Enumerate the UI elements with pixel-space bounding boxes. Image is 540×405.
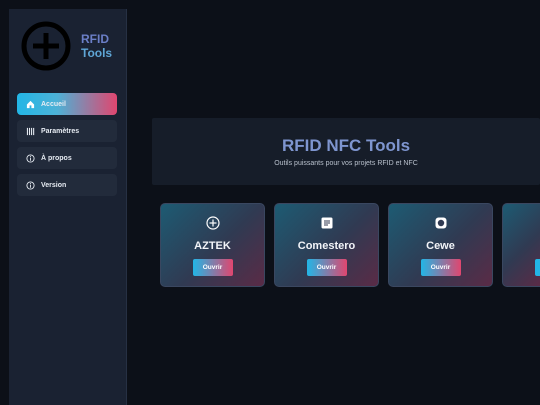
sidebar-item-accueil[interactable]: Accueil — [17, 93, 117, 115]
sidebar-nav: Accueil Paramètres À propos Version — [17, 93, 117, 201]
sidebar-item-label: Paramètres — [41, 127, 80, 135]
document-icon — [275, 216, 378, 230]
info-icon — [25, 180, 35, 190]
brand: RFID Tools — [21, 21, 112, 71]
sidebar-item-a-propos[interactable]: À propos — [17, 147, 117, 169]
tool-card-cewe[interactable]: Cewe Ouvrir — [388, 203, 493, 287]
card-title: Comestero — [297, 240, 356, 252]
sidebar-item-label: Version — [41, 181, 67, 189]
info-icon — [25, 153, 35, 163]
open-button[interactable]: Ouvrir — [306, 259, 347, 276]
brand-line1: RFID — [81, 32, 109, 46]
tool-card-comestero[interactable]: Comestero Ouvrir — [274, 203, 379, 287]
sidebar-item-parametres[interactable]: Paramètres — [17, 120, 117, 142]
sidebar-item-label: À propos — [41, 154, 72, 162]
card-title: AZTEK — [194, 240, 231, 252]
tool-card-aztek[interactable]: AZTEK Ouvrir — [160, 203, 265, 287]
brand-name: RFID Tools — [81, 32, 112, 60]
home-icon — [25, 99, 35, 109]
tool-card-partial[interactable] — [502, 203, 540, 287]
sidebar: RFID Tools Accueil Paramètres À propos V… — [9, 9, 127, 405]
page-subtitle: Outils puissants pour vos projets RFID e… — [274, 160, 418, 167]
sidebar-item-label: Accueil — [41, 100, 66, 108]
sidebar-item-version[interactable]: Version — [17, 174, 117, 196]
plus-circle-icon — [161, 216, 264, 230]
page-title: RFID NFC Tools — [281, 136, 411, 155]
bars-icon — [25, 126, 35, 136]
open-button[interactable]: Ouvrir — [192, 259, 233, 276]
card-title: Cewe — [426, 240, 455, 252]
open-button[interactable]: Ouvrir — [420, 259, 461, 276]
disc-icon — [389, 216, 492, 230]
brand-line2: Tools — [81, 46, 113, 60]
hero-banner: RFID NFC Tools Outils puissants pour vos… — [152, 118, 540, 185]
open-button[interactable] — [535, 259, 540, 276]
circle-plus-icon — [21, 21, 71, 71]
